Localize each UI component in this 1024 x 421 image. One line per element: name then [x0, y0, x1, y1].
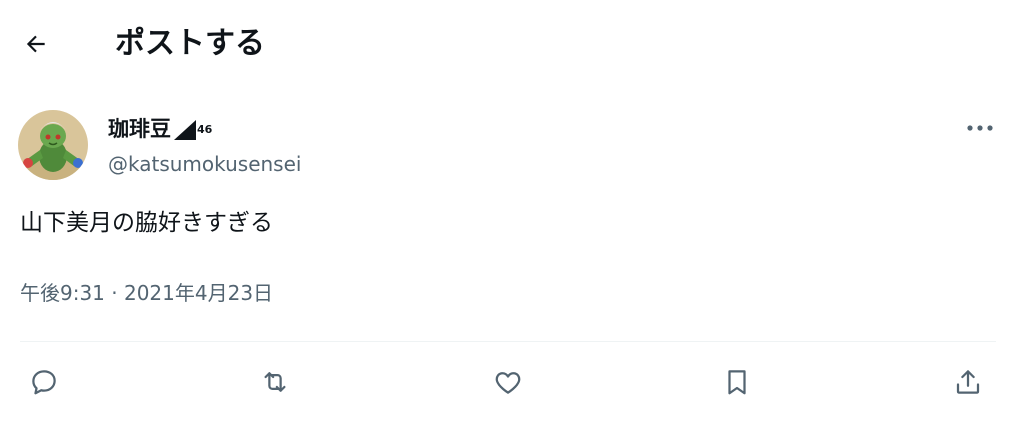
- share-icon: [956, 370, 980, 394]
- arrow-left-icon: [26, 35, 45, 53]
- bookmark-button[interactable]: [717, 362, 757, 402]
- reply-button[interactable]: [24, 362, 64, 402]
- reply-icon: [32, 370, 56, 395]
- like-button[interactable]: [488, 362, 528, 402]
- signal-icon: [174, 120, 196, 140]
- tweet-text: 山下美月の脇好きすぎる: [20, 210, 273, 236]
- retweet-icon: [264, 372, 286, 392]
- display-name-text: 珈琲豆: [108, 117, 171, 141]
- divider: [20, 341, 996, 342]
- more-icon: [967, 125, 993, 131]
- page-title: ポストする: [115, 26, 265, 61]
- share-button[interactable]: [948, 362, 988, 402]
- like-icon: [495, 372, 521, 394]
- post-detail-page: ポストする 珈琲豆 46 @katsumokusensei 山下美月の脇好きすぎ…: [0, 0, 1024, 421]
- retweet-button[interactable]: [255, 362, 295, 402]
- display-name[interactable]: 珈琲豆 46: [108, 114, 212, 144]
- avatar-image: [18, 110, 88, 180]
- bookmark-icon: [728, 370, 746, 395]
- user-handle[interactable]: @katsumokusensei: [108, 150, 301, 178]
- avatar[interactable]: [18, 110, 88, 180]
- more-options-button[interactable]: [962, 113, 998, 143]
- signal-label: 46: [197, 123, 213, 136]
- back-button[interactable]: [18, 26, 54, 62]
- tweet-timestamp[interactable]: 午後9:31 · 2021年4月23日: [20, 279, 273, 307]
